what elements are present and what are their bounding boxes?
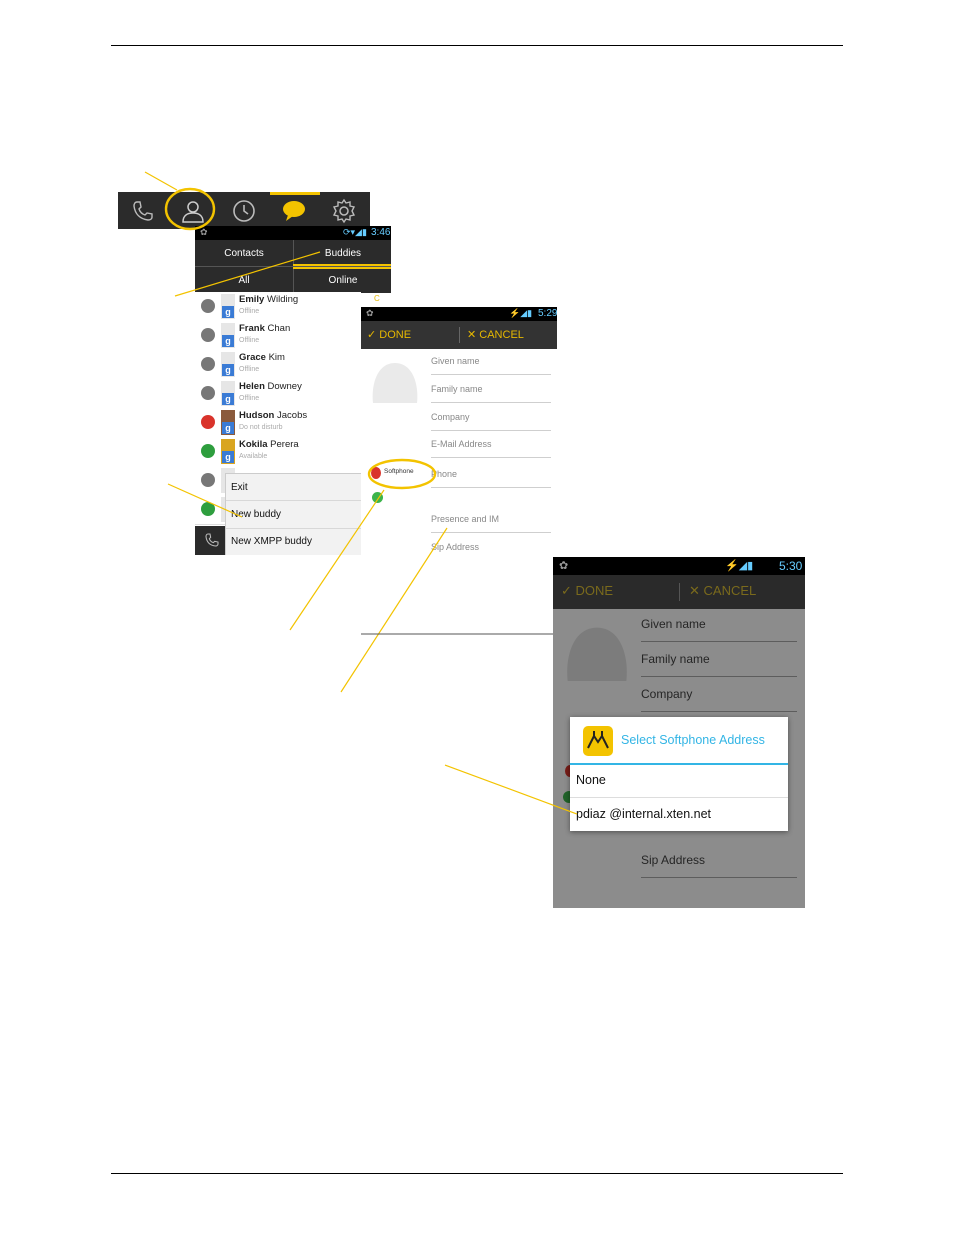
softphone-highlight-circle	[367, 458, 437, 490]
callout-line	[144, 171, 178, 191]
callout-line	[444, 764, 578, 815]
callout-line	[174, 251, 321, 297]
callout-line	[340, 527, 448, 693]
callout-line	[289, 489, 385, 631]
annotation-overlay	[144, 171, 578, 815]
contacts-highlight-circle	[164, 187, 216, 231]
callout-line	[167, 483, 243, 518]
